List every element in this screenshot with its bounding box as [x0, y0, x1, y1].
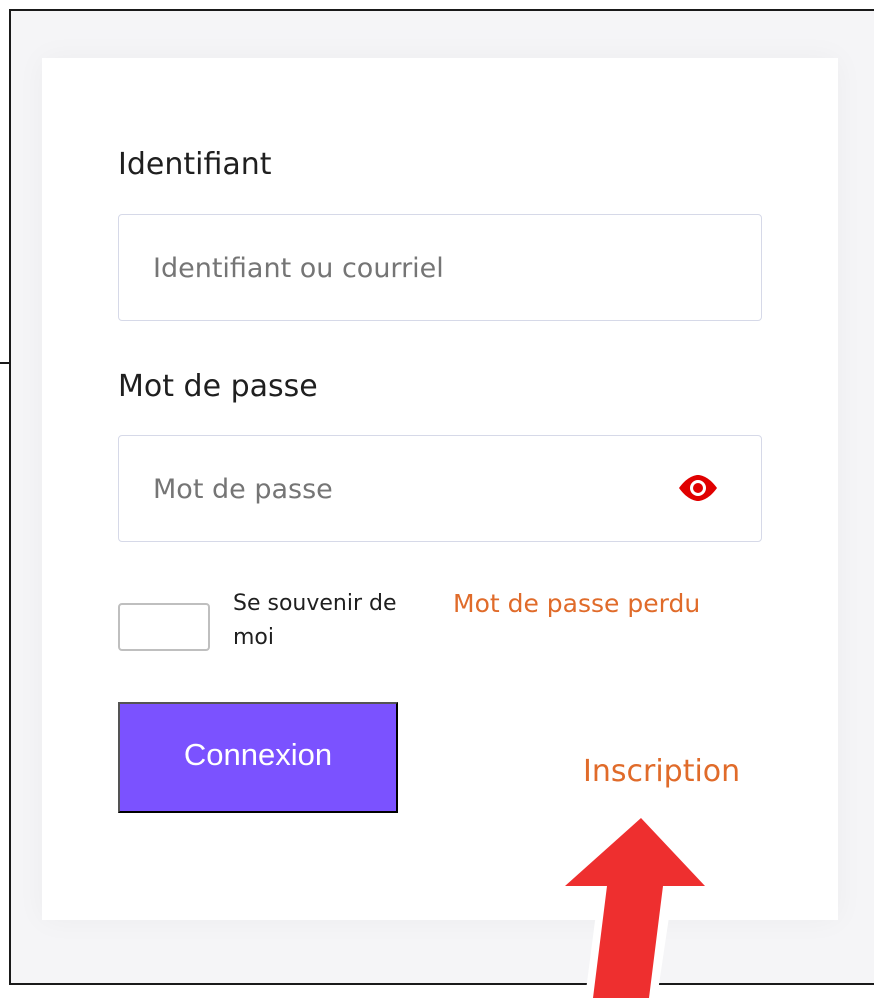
lost-password-link[interactable]: Mot de passe perdu: [453, 590, 773, 618]
password-label: Mot de passe: [118, 369, 318, 404]
signup-link[interactable]: Inscription: [583, 757, 740, 787]
username-label: Identifiant: [118, 147, 272, 182]
login-button[interactable]: Connexion: [118, 702, 398, 813]
username-input[interactable]: Identifiant ou courriel: [118, 214, 762, 321]
remember-label: Se souvenir de moi: [233, 591, 397, 650]
outer-guideline: [0, 362, 11, 364]
remember-checkbox[interactable]: [118, 603, 210, 651]
eye-icon[interactable]: [677, 475, 719, 501]
password-input[interactable]: Mot de passe: [118, 435, 762, 542]
